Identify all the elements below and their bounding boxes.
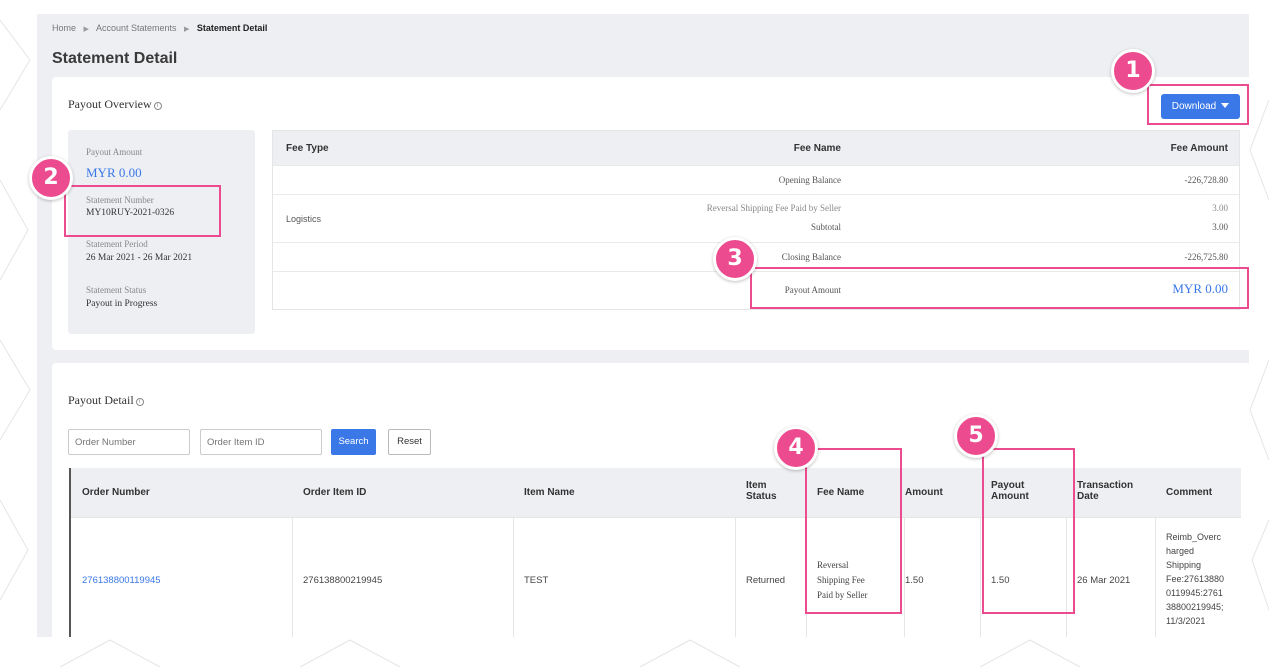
payout-amount-row: Payout Amount MYR 0.00 [273, 271, 1239, 309]
item-status-header-line1: Item [746, 480, 767, 491]
order-number-header: Order Number [82, 487, 150, 498]
breadcrumb-separator-icon: ▶ [184, 26, 190, 33]
payout-amount-name: Payout Amount [784, 285, 841, 295]
search-button[interactable]: Search [331, 429, 376, 455]
reversal-shipping-fee-name: Reversal Shipping Fee Paid by Seller [706, 203, 841, 213]
annotation-badge-2: 2 [29, 156, 73, 200]
payout-amount-cell: 1.50 [991, 575, 1010, 586]
statement-number-value: MY10RUY-2021-0326 [86, 208, 175, 218]
item-name-cell: TEST [524, 575, 549, 586]
fee-name-header: Fee Name [793, 143, 841, 154]
statement-number-label: Statement Number [86, 195, 154, 205]
download-button[interactable]: Download [1161, 94, 1240, 119]
subtotal-name: Subtotal [810, 222, 841, 232]
payout-overview-title: Payout Overview i [68, 97, 162, 112]
payout-amount-header-line1: Payout [991, 480, 1025, 491]
breadcrumb-separator-icon: ▶ [83, 26, 89, 33]
transaction-date-header-line2: Date [1077, 491, 1099, 502]
payout-overview-title-text: Payout Overview [68, 97, 152, 111]
breadcrumb-current: Statement Detail [196, 23, 268, 33]
comment-line: 0119945:2761 [1166, 588, 1223, 598]
detail-table-header: Order Number Order Item ID Item Name Ite… [71, 468, 1241, 517]
comment-line: Fee:27613880 [1166, 574, 1225, 584]
comment-line: 38800219945; [1166, 602, 1224, 612]
info-icon[interactable]: i [135, 398, 144, 406]
fee-type-header: Fee Type [286, 143, 329, 154]
payout-detail-card: Payout Detaili Search Reset Order Number… [52, 363, 1249, 637]
info-icon[interactable]: i [153, 102, 162, 110]
statement-period-label: Statement Period [86, 239, 148, 249]
statement-status-label: Statement Status [86, 285, 147, 295]
fee-name-column-header: Fee Name [817, 487, 865, 498]
logistics-row: Logistics Reversal Shipping Fee Paid by … [273, 194, 1239, 242]
opening-balance-name: Opening Balance [778, 175, 841, 185]
item-name-header: Item Name [524, 487, 575, 498]
closing-balance-amount: -226,725.80 [1184, 252, 1229, 262]
comment-line: harged [1166, 546, 1195, 556]
payout-detail-table: Order Number Order Item ID Item Name Ite… [69, 468, 1241, 637]
fee-name-cell: Reversal Shipping Fee Paid by Seller [817, 558, 868, 603]
payout-amount-header-line2: Amount [991, 491, 1029, 502]
payout-overview-card: Payout Overview i Download Payout Amount … [52, 77, 1249, 350]
annotation-badge-5: 5 [954, 414, 998, 458]
breadcrumb-account-statements[interactable]: Account Statements [96, 23, 177, 33]
caret-down-icon [1221, 103, 1230, 108]
reset-button[interactable]: Reset [388, 429, 431, 455]
logistics-fee-type: Logistics [286, 214, 322, 224]
comment-header: Comment [1166, 487, 1213, 498]
amount-cell: 1.50 [905, 575, 924, 586]
order-number-input[interactable] [68, 429, 190, 455]
fee-table: Fee Type Fee Name Fee Amount Opening Bal… [272, 130, 1240, 310]
transaction-date-header-line1: Transaction [1077, 480, 1134, 491]
table-row: 276138800119945 276138800219945 TEST Ret… [71, 517, 1241, 637]
order-number-link[interactable]: 276138800119945 [82, 575, 161, 586]
order-item-id-header: Order Item ID [303, 487, 367, 498]
statement-period-value: 26 Mar 2021 - 26 Mar 2021 [86, 253, 193, 263]
breadcrumb-home[interactable]: Home [52, 23, 76, 33]
statement-detail-page: Home ▶ Account Statements ▶ Statement De… [37, 14, 1249, 637]
fee-table-header: Fee Type Fee Name Fee Amount [273, 131, 1239, 165]
comment-line: 11/3/2021 [1166, 616, 1206, 626]
fee-amount-header: Fee Amount [1170, 143, 1228, 154]
payout-amount-total: MYR 0.00 [1172, 281, 1228, 296]
annotation-badge-4: 4 [774, 426, 818, 470]
subtotal-amount: 3.00 [1212, 222, 1228, 232]
breadcrumb: Home ▶ Account Statements ▶ Statement De… [52, 23, 267, 33]
transaction-date-header: Transaction Date [1077, 480, 1133, 502]
order-item-id-cell: 276138800219945 [303, 575, 383, 586]
closing-balance-name: Closing Balance [781, 252, 841, 262]
transaction-date-cell: 26 Mar 2021 [1077, 575, 1131, 586]
annotation-badge-1: 1 [1111, 49, 1155, 93]
item-status-header: Item Status [746, 480, 777, 502]
order-item-id-input[interactable] [200, 429, 322, 455]
item-status-header-line2: Status [746, 491, 777, 502]
payout-detail-title: Payout Detail i [68, 393, 144, 408]
payout-summary-panel: Payout Amount MYR 0.00 Statement Number … [68, 130, 255, 334]
annotation-badge-3: 3 [713, 237, 757, 281]
fee-name-line: Shipping Fee [817, 575, 865, 585]
item-status-cell: Returned [746, 575, 786, 586]
payout-amount-header: Payout Amount [991, 480, 1029, 502]
opening-balance-amount: -226,728.80 [1184, 175, 1229, 185]
statement-status-value: Payout in Progress [86, 299, 158, 309]
opening-balance-row: Opening Balance -226,728.80 [273, 165, 1239, 194]
comment-cell: Reimb_Overcharged Shipping Fee:27613880 011… [1166, 530, 1224, 628]
download-button-label: Download [1171, 101, 1217, 112]
comment-line: Reimb_Overc [1166, 532, 1222, 542]
payout-amount-value: MYR 0.00 [86, 165, 142, 180]
fee-name-line: Paid by Seller [817, 590, 868, 600]
payout-detail-title-text: Payout Detail [68, 393, 134, 407]
payout-amount-label: Payout Amount [86, 147, 143, 157]
page-title: Statement Detail [52, 50, 178, 67]
comment-line: Shipping [1166, 560, 1202, 570]
amount-header: Amount [905, 487, 943, 498]
reversal-shipping-fee-amount: 3.00 [1212, 203, 1228, 213]
fee-name-line: Reversal [817, 560, 849, 570]
